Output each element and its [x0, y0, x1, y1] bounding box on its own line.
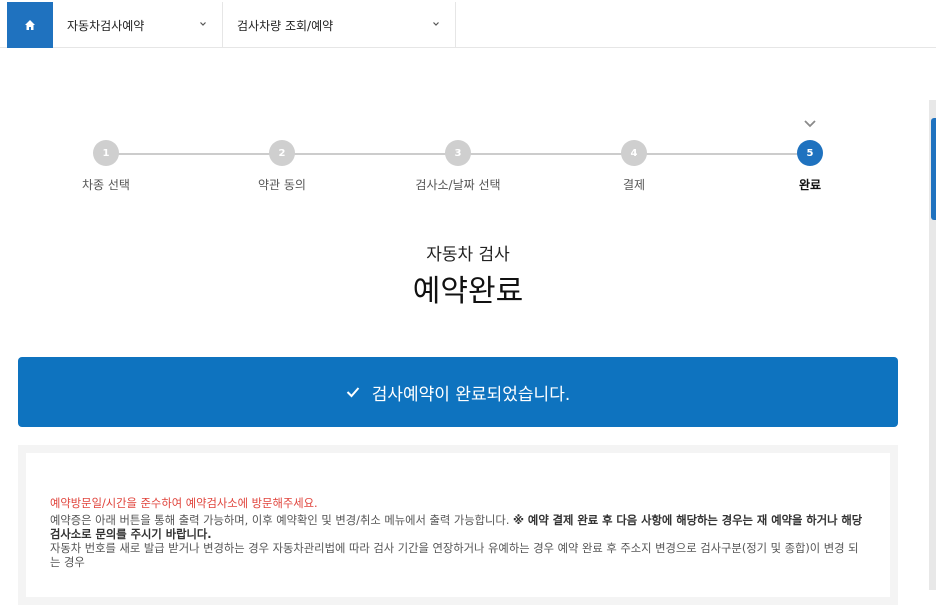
notice-box: 예약방문일/시간을 준수하여 예약검사소에 방문해주세요. 예약증은 아래 버튼… — [18, 445, 898, 605]
step-number: 2 — [269, 140, 295, 166]
step-label: 약관 동의 — [258, 178, 306, 192]
page-title: 예약완료 — [412, 274, 524, 309]
chevron-down-icon — [200, 22, 206, 26]
step-1: 1 차종 선택 — [36, 110, 176, 193]
chevron-down-icon — [433, 22, 439, 26]
step-label: 검사소/날짜 선택 — [415, 178, 501, 192]
scrollbar-thumb[interactable] — [931, 118, 936, 220]
step-label: 차종 선택 — [82, 178, 130, 192]
completion-banner: 검사예약이 완료되었습니다. — [18, 357, 898, 427]
notice-paragraph: 예약증은 아래 버튼을 통해 출력 가능하며, 이후 예약확인 및 변경/취소 … — [50, 514, 864, 542]
check-icon — [346, 387, 360, 398]
home-button[interactable] — [7, 2, 53, 48]
step-number: 3 — [445, 140, 471, 166]
step-number: 5 — [797, 140, 823, 166]
completion-message: 검사예약이 완료되었습니다. — [371, 384, 571, 405]
notice-warning-text: 예약방문일/시간을 준수하여 예약검사소에 방문해주세요. — [50, 497, 318, 510]
current-step-check-icon — [804, 120, 816, 128]
step-number: 1 — [93, 140, 119, 166]
step-3: 3 검사소/날짜 선택 — [388, 110, 528, 193]
progress-stepper: 1 차종 선택 2 약관 동의 3 검사소/날짜 선택 4 결제 5 완료 — [0, 110, 936, 200]
notice-content: 예약방문일/시간을 준수하여 예약검사소에 방문해주세요. 예약증은 아래 버튼… — [26, 453, 890, 597]
notice-conditions: 자동차 번호를 새로 발급 받거나 변경하는 경우 자동차관리법에 따라 검사 … — [50, 542, 859, 569]
breadcrumb-label-2: 검사차량 조회/예약 — [237, 18, 334, 33]
step-number: 4 — [621, 140, 647, 166]
step-5-current: 5 완료 — [740, 110, 880, 193]
top-nav-bar: 자동차검사예약 검사차량 조회/예약 — [0, 0, 936, 48]
notice-text: 예약증은 아래 버튼을 통해 출력 가능하며, 이후 예약확인 및 변경/취소 … — [50, 514, 514, 527]
step-2: 2 약관 동의 — [212, 110, 352, 193]
step-label: 결제 — [622, 178, 646, 192]
step-label: 완료 — [798, 178, 822, 192]
breadcrumb-dropdown-2[interactable]: 검사차량 조회/예약 — [223, 2, 456, 48]
home-icon — [25, 20, 35, 30]
step-4: 4 결제 — [564, 110, 704, 193]
page-subtitle: 자동차 검사 — [426, 245, 510, 265]
breadcrumb-dropdown-1[interactable]: 자동차검사예약 — [53, 2, 223, 48]
breadcrumb-label-1: 자동차검사예약 — [67, 18, 145, 33]
